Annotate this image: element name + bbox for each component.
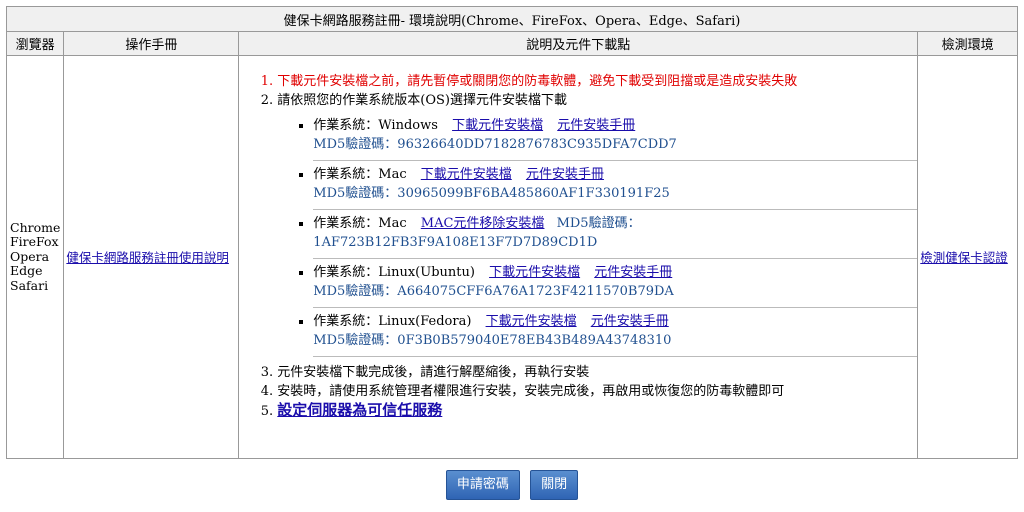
environment-table: 健保卡網路服務註冊- 環境說明(Chrome、FireFox、Opera、Edg… (5, 6, 1018, 459)
os-item-fedora: 作業系統：Linux(Fedora) 下載元件安裝檔 元件安裝手冊 MD5驗證碼… (313, 308, 918, 357)
browser-opera: Opera (10, 248, 50, 264)
steps-list: 下載元件安裝檔之前，請先暫停或關閉您的防毒軟體，避免下載受到阻擋或是造成安裝失敗… (259, 72, 918, 421)
col-header-manual: 操作手冊 (63, 31, 240, 56)
apply-password-button[interactable]: 申請密碼 (445, 470, 520, 500)
download-windows-link[interactable]: 下載元件安裝檔 (452, 118, 543, 133)
col-header-download: 說明及元件下載點 (238, 31, 919, 56)
step-3: 元件安裝檔下載完成後，請進行解壓縮後，再執行安裝 (277, 363, 917, 382)
manual-ubuntu-link[interactable]: 元件安裝手冊 (594, 265, 672, 280)
download-cell: 下載元件安裝檔之前，請先暫停或關閉您的防毒軟體，避免下載受到阻擋或是造成安裝失敗… (238, 55, 919, 459)
browser-edge: Edge (10, 263, 43, 279)
step-1: 下載元件安裝檔之前，請先暫停或關閉您的防毒軟體，避免下載受到阻擋或是造成安裝失敗 (277, 72, 917, 91)
table-title: 健保卡網路服務註冊- 環境說明(Chrome、FireFox、Opera、Edg… (6, 6, 1018, 32)
manual-link[interactable]: 健保卡網路服務註冊使用說明 (66, 250, 229, 265)
md5-windows: MD5驗證碼：96326640DD7182876783C935DFA7CDD7 (313, 137, 677, 152)
browser-chrome: Chrome (10, 219, 61, 235)
os-item-windows: 作業系統：Windows 下載元件安裝檔 元件安裝手冊 MD5驗證碼：96326… (313, 112, 918, 161)
browser-firefox: FireFox (10, 234, 59, 250)
manual-fedora-link[interactable]: 元件安裝手冊 (591, 314, 669, 329)
step-5: 設定伺服器為可信任服務 (277, 401, 917, 421)
trusted-server-link[interactable]: 設定伺服器為可信任服務 (277, 401, 442, 419)
download-ubuntu-link[interactable]: 下載元件安裝檔 (489, 265, 580, 280)
manual-mac-link[interactable]: 元件安裝手冊 (526, 167, 604, 182)
manual-cell: 健保卡網路服務註冊使用說明 (63, 55, 240, 459)
browser-list: Chrome FireFox Opera Edge Safari (5, 55, 65, 459)
md5-ubuntu: MD5驗證碼：A664075CFF6A76A1723F4211570B79DA (313, 284, 674, 299)
os-list: 作業系統：Windows 下載元件安裝檔 元件安裝手冊 MD5驗證碼：96326… (277, 112, 918, 357)
step-4: 安裝時，請使用系統管理者權限進行安裝，安裝完成後，再啟用或恢復您的防毒軟體即可 (277, 382, 917, 401)
browser-safari: Safari (10, 277, 49, 293)
md5-mac-remove: 1AF723B12FB3F9A108E13F7D7D89CD1D (313, 235, 598, 250)
detect-card-link[interactable]: 檢測健保卡認證 (920, 250, 1008, 265)
os-item-mac-remove: 作業系統：Mac MAC元件移除安裝檔 MD5驗證碼： 1AF723B12FB3… (313, 210, 918, 259)
os-item-ubuntu: 作業系統：Linux(Ubuntu) 下載元件安裝檔 元件安裝手冊 MD5驗證碼… (313, 259, 918, 308)
col-header-detect: 檢測環境 (917, 31, 1018, 56)
close-button[interactable]: 關閉 (530, 470, 579, 500)
detect-cell: 檢測健保卡認證 (917, 55, 1018, 459)
os-item-mac: 作業系統：Mac 下載元件安裝檔 元件安裝手冊 MD5驗證碼：30965099B… (313, 161, 918, 210)
step-2: 請依照您的作業系統版本(OS)選擇元件安裝檔下載 作業系統：Windows 下載… (277, 91, 918, 357)
md5-mac: MD5驗證碼：30965099BF6BA485860AF1F330191F25 (313, 186, 670, 201)
button-bar: 申請密碼 關閉 (0, 470, 1024, 500)
col-header-browser: 瀏覽器 (5, 31, 65, 56)
download-mac-link[interactable]: 下載元件安裝檔 (421, 167, 512, 182)
manual-windows-link[interactable]: 元件安裝手冊 (557, 118, 635, 133)
download-mac-remove-link[interactable]: MAC元件移除安裝檔 (421, 216, 545, 231)
download-fedora-link[interactable]: 下載元件安裝檔 (486, 314, 577, 329)
md5-fedora: MD5驗證碼：0F3B0B579040E78EB43B489A43748310 (313, 333, 672, 348)
md5-mac-remove-label: MD5驗證碼： (556, 216, 641, 231)
